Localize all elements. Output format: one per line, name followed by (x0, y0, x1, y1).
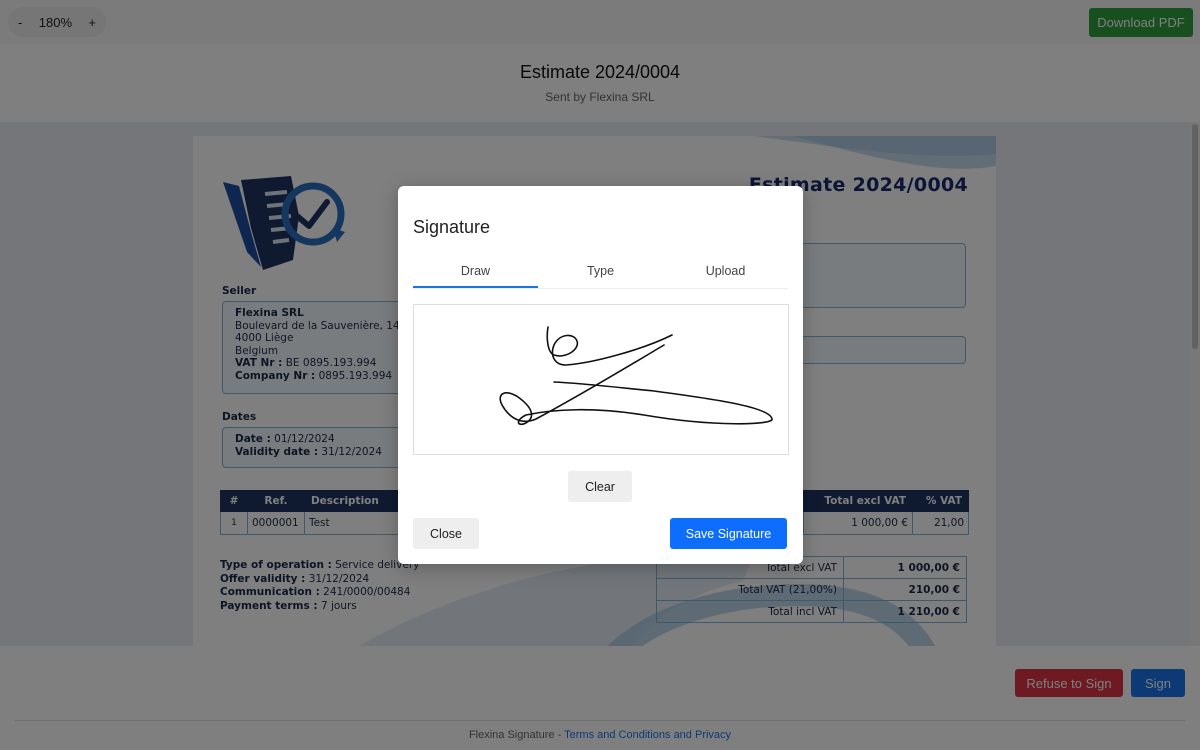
signature-stroke (499, 326, 773, 426)
tab-upload[interactable]: Upload (663, 258, 788, 288)
close-button[interactable]: Close (413, 518, 479, 549)
tabs-divider (413, 288, 788, 289)
signature-canvas[interactable] (413, 304, 789, 455)
tab-draw[interactable]: Draw (413, 258, 538, 288)
clear-button[interactable]: Clear (568, 471, 632, 502)
modal-title: Signature (413, 217, 491, 237)
tab-type[interactable]: Type (538, 258, 663, 288)
signature-modal: Signature Draw Type Upload Clear Close S… (398, 186, 803, 564)
save-signature-button[interactable]: Save Signature (670, 518, 787, 549)
signature-tabs: Draw Type Upload (413, 258, 788, 288)
